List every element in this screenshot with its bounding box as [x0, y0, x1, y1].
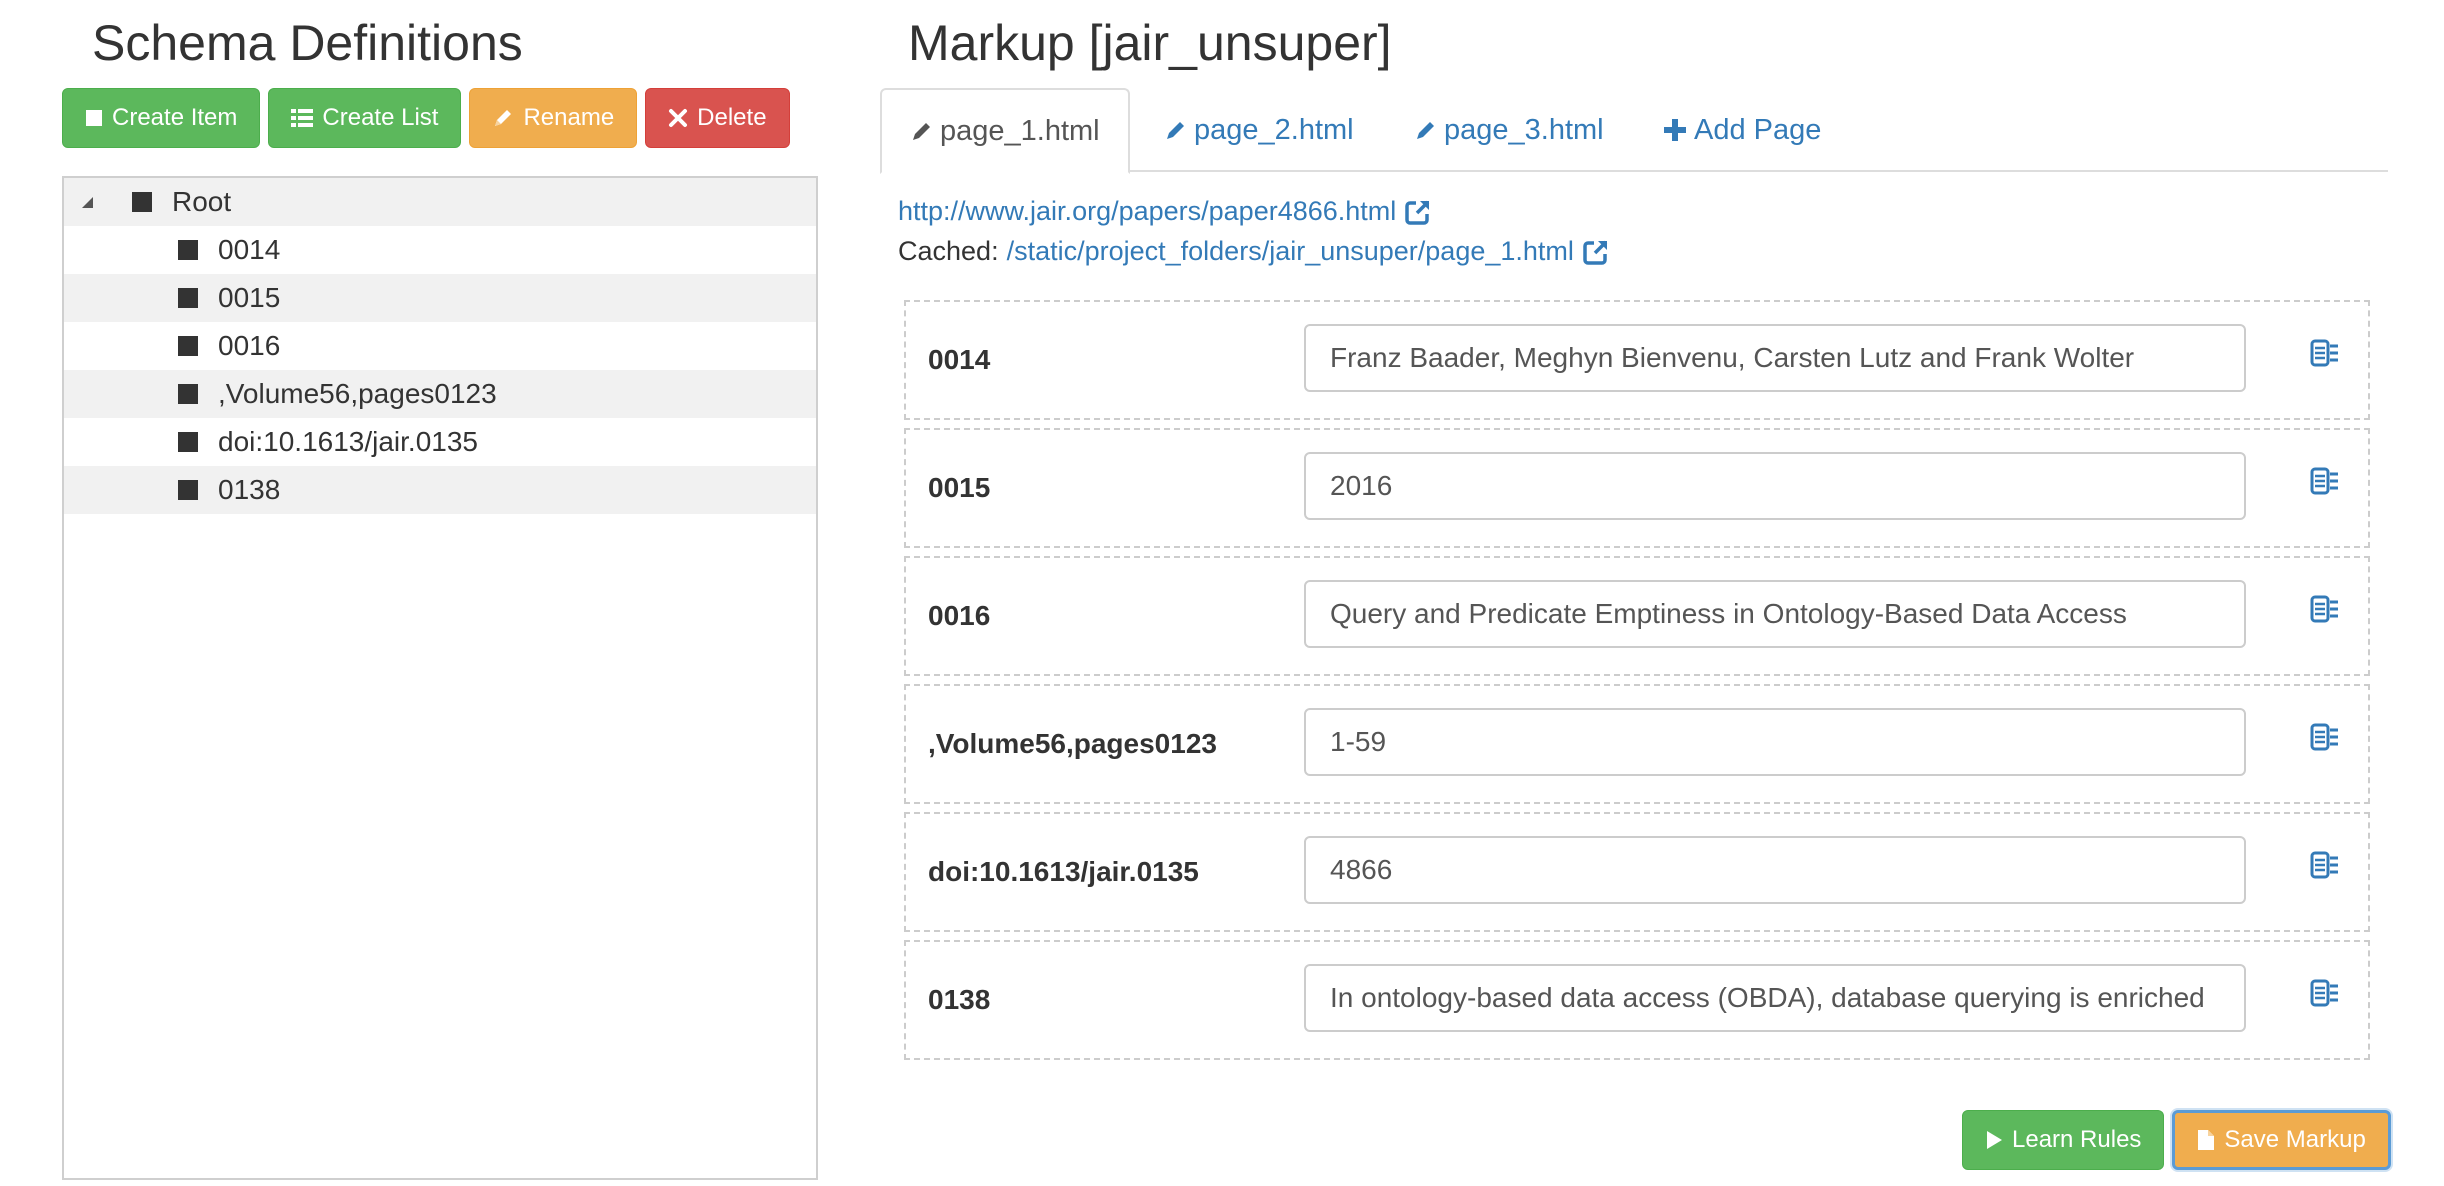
field-input[interactable] — [1304, 836, 2246, 904]
learn-rules-label: Learn Rules — [2012, 1126, 2142, 1153]
tab-label: page_2.html — [1194, 113, 1354, 146]
field-row: 0138 — [904, 940, 2370, 1060]
field-input[interactable] — [1304, 324, 2246, 392]
node-icon — [178, 384, 198, 404]
save-markup-label: Save Markup — [2224, 1126, 2366, 1153]
schema-toolbar: Create Item Create List Rename Delete — [62, 88, 790, 148]
field-label: doi:10.1613/jair.0135 — [928, 856, 1199, 887]
field-input[interactable] — [1304, 452, 2246, 520]
external-link-icon[interactable] — [1582, 238, 1610, 266]
tree-item-label: doi:10.1613/jair.0135 — [218, 426, 478, 457]
tree-item-label: ,Volume56,pages0123 — [218, 378, 497, 409]
tree-item[interactable]: ,Volume56,pages0123 — [64, 370, 816, 418]
rule-edit-icon[interactable] — [2310, 978, 2340, 1008]
node-icon — [178, 480, 198, 500]
tab-label: page_3.html — [1444, 113, 1604, 146]
tab-page-3[interactable]: page_3.html — [1414, 88, 1604, 172]
field-row: 0016 — [904, 556, 2370, 676]
create-item-button[interactable]: Create Item — [62, 88, 261, 148]
rename-label: Rename — [523, 104, 615, 131]
plus-icon — [1664, 119, 1686, 141]
cached-label: Cached: — [898, 236, 999, 266]
file-icon — [2198, 1130, 2215, 1150]
stop-icon — [86, 110, 102, 126]
field-row: 0014 — [904, 300, 2370, 420]
tree-item-label: 0016 — [218, 330, 281, 361]
field-row: doi:10.1613/jair.0135 — [904, 812, 2370, 932]
delete-button[interactable]: Delete — [645, 88, 790, 148]
field-label: 0014 — [928, 344, 991, 375]
learn-rules-button[interactable]: Learn Rules — [1962, 1110, 2165, 1170]
tree-item[interactable]: 0015 — [64, 274, 816, 322]
field-label: ,Volume56,pages0123 — [928, 728, 1217, 759]
schema-tree: Root 0014 0015 0016 ,Volume56,pages0123 … — [62, 176, 818, 1180]
rule-edit-icon[interactable] — [2310, 338, 2340, 368]
node-icon — [178, 288, 198, 308]
tree-item-label: 0138 — [218, 474, 281, 505]
pencil-icon — [1167, 122, 1184, 139]
rule-edit-icon[interactable] — [2310, 466, 2340, 496]
rule-edit-icon[interactable] — [2310, 722, 2340, 752]
rule-edit-icon[interactable] — [2310, 850, 2340, 880]
pencil-icon — [495, 110, 512, 126]
node-icon — [178, 336, 198, 356]
field-label: 0015 — [928, 472, 991, 503]
pencil-icon — [913, 123, 930, 140]
field-input[interactable] — [1304, 964, 2246, 1032]
tree-root[interactable]: Root — [64, 178, 816, 226]
rule-edit-icon[interactable] — [2310, 594, 2340, 624]
tree-item[interactable]: 0138 — [64, 466, 816, 514]
rename-button[interactable]: Rename — [469, 88, 638, 148]
markup-actions: Learn Rules Save Markup — [1962, 1110, 2391, 1170]
save-markup-button[interactable]: Save Markup — [2172, 1110, 2391, 1170]
external-link-icon — [1405, 200, 1430, 225]
delete-label: Delete — [697, 104, 767, 131]
tab-page-1[interactable]: page_1.html — [880, 88, 1130, 174]
markup-title: Markup [jair_unsuper] — [908, 15, 1392, 71]
field-input[interactable] — [1304, 580, 2246, 648]
node-icon — [178, 432, 198, 452]
markup-fields: 0014 0015 0016 ,Volume56,pages0123 — [904, 300, 2370, 1068]
page-tabs: page_1.html page_2.html page_3.html Add … — [880, 88, 2388, 174]
field-row: ,Volume56,pages0123 — [904, 684, 2370, 804]
schema-title: Schema Definitions — [92, 15, 523, 71]
tree-item-label: 0014 — [218, 234, 281, 265]
play-icon — [1987, 1131, 2002, 1149]
cached-line: Cached: /static/project_folders/jair_uns… — [898, 236, 1610, 267]
tab-add-page[interactable]: Add Page — [1662, 88, 1821, 172]
field-label: 0016 — [928, 600, 991, 631]
tree-item[interactable]: 0014 — [64, 226, 816, 274]
tab-page-2[interactable]: page_2.html — [1164, 88, 1354, 172]
tree-item[interactable]: 0016 — [64, 322, 816, 370]
field-label: 0138 — [928, 984, 991, 1015]
create-list-label: Create List — [322, 104, 439, 131]
tree-item[interactable]: doi:10.1613/jair.0135 — [64, 418, 816, 466]
node-icon — [178, 240, 198, 260]
source-url-link[interactable]: http://www.jair.org/papers/paper4866.htm… — [898, 196, 1432, 227]
collapse-triangle-icon[interactable] — [80, 195, 94, 209]
create-item-label: Create Item — [112, 104, 238, 131]
create-list-button[interactable]: Create List — [268, 88, 462, 148]
list-icon — [291, 109, 314, 127]
tree-item-label: 0015 — [218, 282, 281, 313]
source-url-text: http://www.jair.org/papers/paper4866.htm… — [898, 196, 1397, 226]
pencil-icon — [1417, 122, 1434, 139]
field-input[interactable] — [1304, 708, 2246, 776]
tree-root-label: Root — [172, 186, 232, 217]
tab-label: Add Page — [1694, 113, 1822, 146]
cached-url-link[interactable]: /static/project_folders/jair_unsuper/pag… — [1007, 236, 1574, 267]
tab-label: page_1.html — [940, 114, 1100, 147]
close-icon — [669, 109, 688, 127]
node-icon — [132, 192, 152, 212]
field-row: 0015 — [904, 428, 2370, 548]
